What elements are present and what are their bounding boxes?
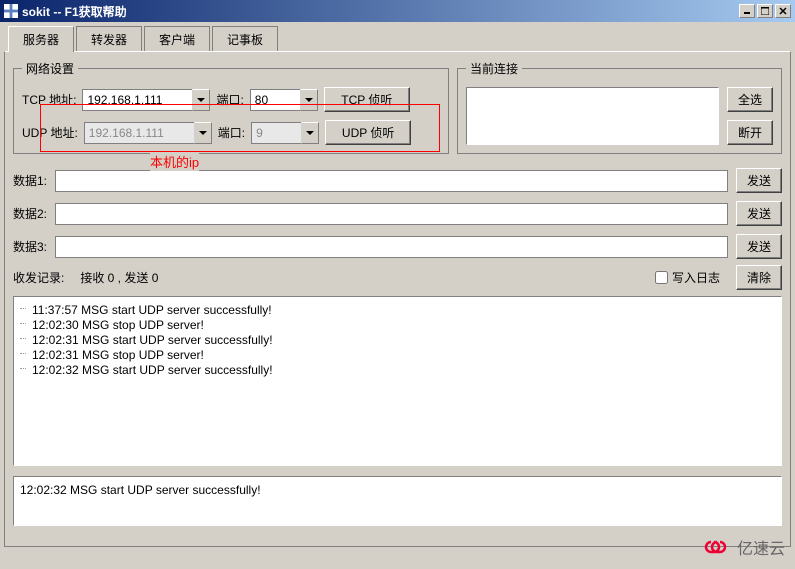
data2-send-button[interactable]: 发送 bbox=[736, 201, 782, 226]
watermark-text: 亿速云 bbox=[737, 535, 785, 559]
watermark-icon bbox=[703, 538, 731, 556]
write-log-checkbox-label[interactable]: 写入日志 bbox=[655, 269, 720, 286]
log-line: 12:02:31 MSG stop UDP server! bbox=[20, 348, 775, 362]
tab-bar: 服务器 转发器 客户端 记事板 bbox=[8, 26, 795, 52]
write-log-text: 写入日志 bbox=[672, 269, 720, 286]
write-log-checkbox[interactable] bbox=[655, 271, 668, 284]
annotation-label: 本机的ip bbox=[150, 152, 199, 171]
clear-button[interactable]: 清除 bbox=[736, 265, 782, 290]
select-all-button[interactable]: 全选 bbox=[727, 87, 773, 112]
window-title: sokit -- F1获取帮助 bbox=[22, 3, 739, 20]
current-conn-group: 当前连接 全选 断开 bbox=[457, 60, 782, 154]
log-title: 收发记录: bbox=[13, 269, 64, 286]
disconnect-button[interactable]: 断开 bbox=[727, 120, 773, 145]
log-stats: 接收 0 , 发送 0 bbox=[80, 269, 158, 286]
data3-input[interactable] bbox=[55, 236, 728, 258]
log-area[interactable]: 11:37:57 MSG start UDP server successful… bbox=[13, 296, 782, 466]
minimize-button[interactable] bbox=[739, 4, 755, 18]
udp-listen-button[interactable]: UDP 侦听 bbox=[325, 120, 411, 145]
window-controls bbox=[739, 4, 791, 18]
udp-port-dropdown-icon[interactable] bbox=[301, 122, 319, 144]
close-button[interactable] bbox=[775, 4, 791, 18]
log-line: 12:02:31 MSG start UDP server successful… bbox=[20, 333, 775, 347]
log-line: 12:02:32 MSG start UDP server successful… bbox=[20, 363, 775, 377]
tcp-port-dropdown-icon[interactable] bbox=[300, 89, 318, 111]
tab-content: 网络设置 TCP 地址: 端口: TCP 侦听 UDP 地址: bbox=[4, 51, 791, 547]
data3-send-button[interactable]: 发送 bbox=[736, 234, 782, 259]
net-settings-group: 网络设置 TCP 地址: 端口: TCP 侦听 UDP 地址: bbox=[13, 60, 449, 154]
data1-send-button[interactable]: 发送 bbox=[736, 168, 782, 193]
data1-input[interactable] bbox=[55, 170, 728, 192]
app-icon bbox=[4, 4, 18, 18]
udp-port-input bbox=[251, 122, 301, 144]
tcp-port-label: 端口: bbox=[216, 91, 243, 108]
tcp-listen-button[interactable]: TCP 侦听 bbox=[324, 87, 410, 112]
tcp-addr-label: TCP 地址: bbox=[22, 91, 76, 108]
udp-port-label: 端口: bbox=[218, 124, 245, 141]
status-text: 12:02:32 MSG start UDP server successful… bbox=[20, 483, 261, 497]
tab-server[interactable]: 服务器 bbox=[8, 26, 74, 52]
current-conn-legend: 当前连接 bbox=[466, 60, 522, 77]
tcp-addr-dropdown-icon[interactable] bbox=[192, 89, 210, 111]
status-area: 12:02:32 MSG start UDP server successful… bbox=[13, 476, 782, 526]
net-settings-legend: 网络设置 bbox=[22, 60, 78, 77]
connection-list[interactable] bbox=[466, 87, 719, 145]
maximize-button[interactable] bbox=[757, 4, 773, 18]
titlebar: sokit -- F1获取帮助 bbox=[0, 0, 795, 22]
data2-label: 数据2: bbox=[13, 205, 47, 222]
data1-label: 数据1: bbox=[13, 172, 47, 189]
watermark: 亿速云 bbox=[703, 535, 785, 559]
data3-label: 数据3: bbox=[13, 238, 47, 255]
tcp-addr-input[interactable] bbox=[82, 89, 192, 111]
log-line: 12:02:30 MSG stop UDP server! bbox=[20, 318, 775, 332]
tab-forwarder[interactable]: 转发器 bbox=[76, 26, 142, 52]
udp-addr-dropdown-icon[interactable] bbox=[194, 122, 212, 144]
udp-addr-input bbox=[84, 122, 194, 144]
data2-input[interactable] bbox=[55, 203, 728, 225]
tcp-port-input[interactable] bbox=[250, 89, 300, 111]
log-line: 11:37:57 MSG start UDP server successful… bbox=[20, 303, 775, 317]
udp-addr-label: UDP 地址: bbox=[22, 124, 78, 141]
tab-client[interactable]: 客户端 bbox=[144, 26, 210, 52]
tab-notepad[interactable]: 记事板 bbox=[212, 26, 278, 52]
